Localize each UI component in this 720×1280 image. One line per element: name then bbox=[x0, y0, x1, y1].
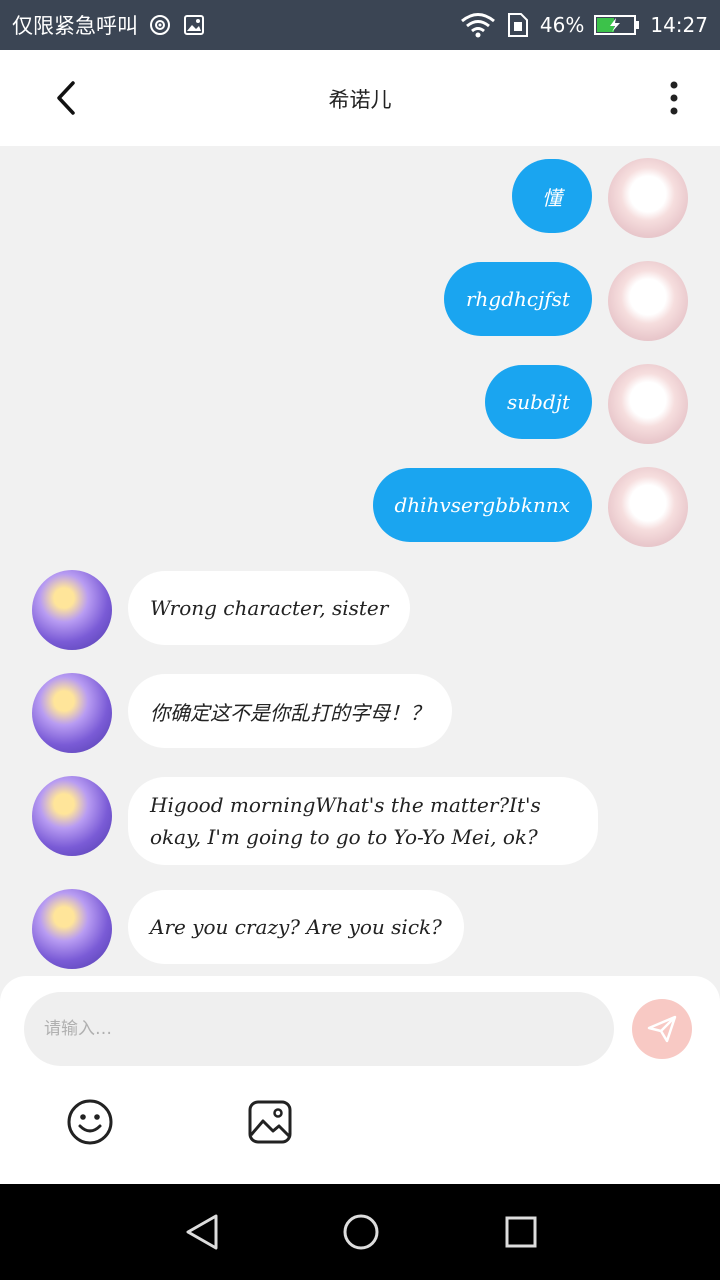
carrier-text: 仅限紧急呼叫 bbox=[12, 14, 138, 38]
message-row-incoming: Higood morningWhat's the matter?It's oka… bbox=[0, 776, 720, 866]
square-recents-icon bbox=[505, 1216, 537, 1248]
circle-home-icon bbox=[343, 1214, 379, 1250]
message-row-outgoing: rhgdhcjfst bbox=[0, 261, 720, 341]
nav-back-button[interactable] bbox=[178, 1208, 226, 1256]
emoji-button[interactable] bbox=[66, 1098, 114, 1146]
nav-home-button[interactable] bbox=[337, 1208, 385, 1256]
image-icon bbox=[248, 1100, 292, 1144]
message-bubble[interactable]: 懂 bbox=[512, 159, 592, 233]
chat-header: 希诺儿 bbox=[0, 50, 720, 146]
status-bar: 仅限紧急呼叫 46% 14:27 bbox=[0, 0, 720, 50]
message-row-outgoing: subdjt bbox=[0, 364, 720, 444]
composer-panel bbox=[0, 976, 720, 1184]
chat-title: 希诺儿 bbox=[328, 88, 392, 112]
message-row-incoming: Wrong character, sister bbox=[0, 570, 720, 650]
send-button[interactable] bbox=[632, 999, 692, 1059]
self-avatar[interactable] bbox=[608, 467, 688, 547]
message-bubble[interactable]: rhgdhcjfst bbox=[443, 262, 592, 336]
contact-avatar[interactable] bbox=[32, 673, 112, 753]
clock: 14:27 bbox=[650, 13, 708, 37]
nav-recents-button[interactable] bbox=[497, 1208, 545, 1256]
message-list[interactable]: 懂 rhgdhcjfst subdjt dhihvsergbbknnx Wron… bbox=[0, 146, 720, 978]
sim-icon bbox=[506, 12, 530, 38]
image-picker-button[interactable] bbox=[246, 1098, 294, 1146]
more-vertical-icon bbox=[670, 81, 678, 115]
message-bubble[interactable]: dhihvsergbbknnx bbox=[372, 468, 592, 542]
battery-percent: 46% bbox=[539, 13, 585, 37]
message-row-incoming: Are you crazy? Are you sick? bbox=[0, 889, 720, 969]
message-bubble[interactable]: Higood morningWhat's the matter?It's oka… bbox=[128, 777, 598, 865]
triangle-back-icon bbox=[186, 1214, 218, 1250]
contact-avatar[interactable] bbox=[32, 889, 112, 969]
contact-avatar[interactable] bbox=[32, 570, 112, 650]
message-row-incoming: 你确定这不是你乱打的字母！？ bbox=[0, 673, 720, 753]
wifi-icon bbox=[460, 12, 496, 38]
battery-icon bbox=[594, 14, 640, 36]
message-bubble[interactable]: subdjt bbox=[485, 365, 592, 439]
more-options-button[interactable] bbox=[654, 76, 694, 120]
smiley-icon bbox=[67, 1099, 113, 1145]
self-avatar[interactable] bbox=[608, 158, 688, 238]
hotspot-icon bbox=[148, 13, 172, 37]
message-bubble[interactable]: Are you crazy? Are you sick? bbox=[128, 890, 464, 964]
message-row-outgoing: 懂 bbox=[0, 158, 720, 238]
contact-avatar[interactable] bbox=[32, 776, 112, 856]
message-bubble[interactable]: 你确定这不是你乱打的字母！？ bbox=[128, 674, 452, 748]
self-avatar[interactable] bbox=[608, 261, 688, 341]
self-avatar[interactable] bbox=[608, 364, 688, 444]
paper-plane-icon bbox=[647, 1015, 677, 1043]
message-row-outgoing: dhihvsergbbknnx bbox=[0, 467, 720, 547]
screenshot-icon bbox=[182, 13, 206, 37]
message-input[interactable] bbox=[24, 992, 614, 1066]
system-navigation-bar bbox=[0, 1184, 720, 1280]
message-bubble[interactable]: Wrong character, sister bbox=[128, 571, 411, 645]
